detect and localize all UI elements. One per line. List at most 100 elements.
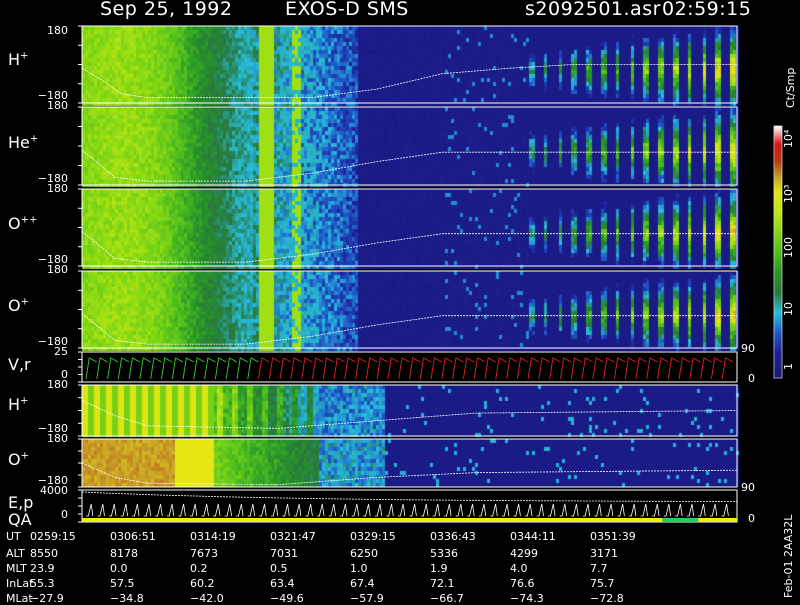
panel-frame [81, 384, 738, 437]
vr-trace-segment [678, 357, 691, 380]
ephemeris-cell: 1.0 [350, 562, 368, 575]
ephemeris-cell: −27.9 [30, 592, 64, 605]
ephemeris-cell: 0336:43 [430, 530, 476, 543]
vr-trace-segment [570, 357, 583, 380]
ephemeris-cell: 1.9 [430, 562, 448, 575]
vr-trace-segment [624, 357, 637, 380]
vr-trace-segment [452, 357, 464, 380]
ep-pitch-trace [236, 503, 244, 517]
ep-pitch-trace [559, 503, 567, 517]
ep-pitch-trace [501, 503, 510, 517]
ephemeris-row: MLat −27.9 −34.8 −42.0 −49.6 −57.9 −66.7 −74.3−… [0, 592, 760, 605]
colorbar-tick-1: 1 [782, 363, 795, 370]
vr-trace-segment [398, 357, 410, 380]
ephemeris-cell: −34.8 [110, 592, 144, 605]
trace-he-plus [81, 149, 737, 182]
trace-o-plusplus [81, 230, 737, 263]
ep-pitch-trace [594, 503, 602, 517]
colorbar-tick-10: 10 [782, 302, 795, 316]
vr-trace-segment [376, 357, 389, 380]
ep-pitch-trace [709, 503, 718, 517]
ephemeris-cell: 67.4 [350, 577, 375, 590]
vr-trace-segment [311, 357, 324, 380]
ep-pitch-trace [444, 503, 452, 517]
qa-bar-good-segment [662, 518, 699, 522]
rtick-o2-90: 90 [741, 481, 755, 494]
ep-pitch-trace [513, 503, 521, 517]
panel-frame [81, 270, 738, 349]
panel-label-o-plusplus: O++ [8, 214, 38, 233]
ephemeris-row: MLT 23.9 0.0 0.2 0.5 1.0 1.9 4.0 7.7 [0, 562, 760, 575]
file-id: Feb-01 2AA32L [782, 514, 795, 598]
ep-pitch-trace [397, 503, 406, 517]
ep-pitch-trace [386, 503, 394, 517]
vr-trace-segment [236, 357, 249, 380]
header-time: 02:59:15 [662, 0, 752, 20]
ephemeris-cell: 5336 [430, 547, 458, 560]
chart-overlay [78, 25, 783, 523]
vr-trace-segment [225, 357, 238, 380]
ephemeris-cell: 0321:47 [270, 530, 316, 543]
panel-frame [81, 489, 738, 523]
vr-trace-segment [700, 357, 712, 380]
vr-trace-segment [473, 357, 486, 380]
ep-pitch-trace [675, 503, 683, 517]
vr-trace-segment [635, 357, 647, 380]
ephemeris-row: ALT 8550 8178 7673 7031 6250 5336 4299 3171 [0, 547, 760, 560]
ephemeris-cell: 8178 [110, 547, 138, 560]
vr-trace-segment [549, 357, 561, 380]
vr-trace-segment [646, 357, 658, 380]
vr-trace-segment [279, 357, 292, 380]
ep-pitch-trace [155, 503, 163, 517]
vr-trace-segment [527, 357, 540, 380]
vr-trace-segment [333, 357, 346, 380]
vr-trace-segment [85, 357, 98, 380]
vr-trace-segment [258, 357, 270, 380]
panel-label-h-plus: H+ [8, 50, 29, 69]
ep-pitch-trace [421, 503, 429, 517]
ephemeris-cell: 0306:51 [110, 530, 156, 543]
vr-trace-segment [689, 357, 701, 380]
ephemeris-cell: 0314:19 [190, 530, 236, 543]
rtick-ep-0: 0 [748, 512, 755, 525]
ep-pitch-trace [213, 503, 221, 517]
ephemeris-cell: 7.7 [590, 562, 608, 575]
vr-trace-segment [139, 357, 151, 380]
ep-pitch-trace [455, 503, 463, 517]
ep-pitch-trace [351, 503, 360, 517]
ep-pitch-trace [178, 503, 186, 517]
trace-h-plus [81, 64, 737, 98]
header-mission: EXOS-D SMS [285, 0, 409, 20]
ephemeris-cell: 60.2 [190, 577, 215, 590]
ephemeris-cell: 0344:11 [510, 530, 556, 543]
ephemeris-cell: 0329:15 [350, 530, 396, 543]
ephemeris-cell: 7673 [190, 547, 218, 560]
ep-pitch-trace [536, 503, 544, 517]
ephemeris-cell: 4299 [510, 547, 538, 560]
colorbar-tick-1e3: 10³ [782, 184, 795, 203]
ep-pitch-trace [317, 503, 325, 517]
ep-pitch-trace [432, 503, 440, 517]
vr-trace-segment [613, 357, 626, 380]
vr-trace-segment [495, 357, 507, 380]
ep-pitch-trace [525, 503, 533, 517]
vr-trace-segment [268, 357, 281, 380]
ytick-top-ep: 4000 [40, 484, 68, 497]
ep-pitch-trace [686, 503, 695, 517]
vr-trace-segment [581, 357, 594, 380]
ytick-top-vr: 25 [54, 345, 68, 358]
vr-trace-segment [290, 357, 302, 380]
vr-trace-segment [161, 357, 173, 380]
vr-trace-segment [538, 357, 550, 380]
vr-trace-segment [214, 357, 227, 380]
panel-label-h-plus-2: H+ [8, 395, 29, 414]
ephemeris-cell: −72.8 [590, 592, 624, 605]
ep-pitch-trace [490, 503, 498, 517]
ep-pitch-trace [259, 503, 267, 517]
ephemeris-cell: −74.3 [510, 592, 544, 605]
ephemeris-cell: 6250 [350, 547, 378, 560]
vr-trace-segment [365, 357, 378, 380]
panel-label-o-plus-2: O+ [8, 450, 29, 469]
ep-pitch-trace [224, 503, 232, 517]
ep-pitch-trace [86, 503, 94, 517]
